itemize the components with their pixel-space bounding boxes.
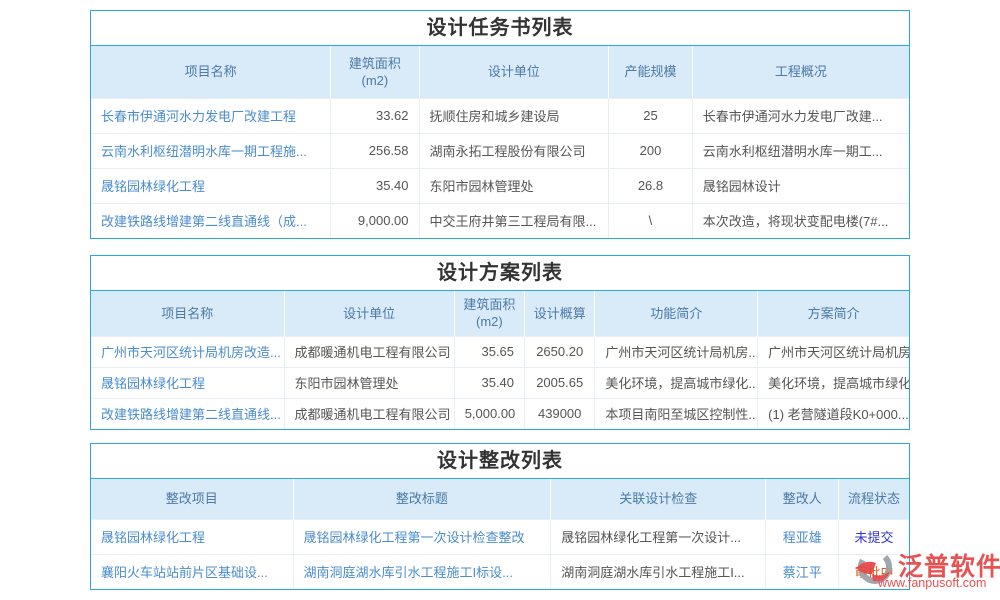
table-text-cell: 成都暖通机电工程有限公司	[284, 398, 454, 429]
table-text-cell: 2650.20	[525, 336, 595, 367]
design-task-list-title: 设计任务书列表	[91, 11, 909, 46]
design-scheme-list-title: 设计方案列表	[91, 256, 909, 291]
column-header: 建筑面积 (m2)	[331, 46, 419, 98]
table-text-cell: 256.58	[331, 133, 419, 168]
column-header: 方案简介	[758, 291, 909, 336]
design-task-table: 项目名称建筑面积 (m2)设计单位产能规模工程概况长春市伊通河水力发电厂改建工程…	[91, 46, 909, 238]
table-text-cell: 9,000.00	[331, 203, 419, 238]
column-header: 整改项目	[91, 479, 293, 519]
table-text-cell: (1) 老营隧道段K0+000...	[758, 398, 909, 429]
table-row: 晟铭园林绿化工程晟铭园林绿化工程第一次设计检查整改晟铭园林绿化工程第一次设计..…	[91, 519, 909, 554]
column-header: 产能规模	[609, 46, 692, 98]
table-text-cell: 35.65	[454, 336, 524, 367]
table-text-cell: 云南水利枢纽潜明水库一期工...	[692, 133, 909, 168]
project-name-link[interactable]: 晟铭园林绿化工程	[91, 168, 331, 203]
table-row: 广州市天河区统计局机房改造...成都暖通机电工程有限公司35.652650.20…	[91, 336, 909, 367]
table-header-row: 整改项目整改标题关联设计检查整改人流程状态	[91, 479, 909, 519]
status-badge: 审批中	[839, 554, 909, 589]
record-link[interactable]: 湖南洞庭湖水库引水工程施工I标设...	[293, 554, 551, 589]
table-row: 襄阳火车站站前片区基础设...湖南洞庭湖水库引水工程施工I标设...湖南洞庭湖水…	[91, 554, 909, 589]
table-text-cell: \	[609, 203, 692, 238]
table-text-cell: 200	[609, 133, 692, 168]
table-text-cell: 湖南永拓工程股份有限公司	[419, 133, 609, 168]
design-rectify-list-panel: 设计整改列表 整改项目整改标题关联设计检查整改人流程状态晟铭园林绿化工程晟铭园林…	[90, 443, 910, 590]
table-row: 长春市伊通河水力发电厂改建工程33.62抚顺住房和城乡建设局25长春市伊通河水力…	[91, 98, 909, 133]
record-link[interactable]: 程亚雄	[766, 519, 839, 554]
table-text-cell: 33.62	[331, 98, 419, 133]
table-text-cell: 晟铭园林设计	[692, 168, 909, 203]
table-text-cell: 东阳市园林管理处	[419, 168, 609, 203]
table-text-cell: 35.40	[331, 168, 419, 203]
table-row: 云南水利枢纽潜明水库一期工程施...256.58湖南永拓工程股份有限公司200云…	[91, 133, 909, 168]
column-header: 设计概算	[525, 291, 595, 336]
table-text-cell: 晟铭园林绿化工程第一次设计...	[551, 519, 766, 554]
project-name-link[interactable]: 改建铁路线增建第二线直通线（成...	[91, 203, 331, 238]
table-row: 晟铭园林绿化工程35.40东阳市园林管理处26.8晟铭园林设计	[91, 168, 909, 203]
column-header: 整改人	[766, 479, 839, 519]
design-scheme-table: 项目名称设计单位建筑面积 (m2)设计概算功能简介方案简介广州市天河区统计局机房…	[91, 291, 909, 429]
table-header-row: 项目名称设计单位建筑面积 (m2)设计概算功能简介方案简介	[91, 291, 909, 336]
table-row: 晟铭园林绿化工程东阳市园林管理处35.402005.65美化环境，提高城市绿化.…	[91, 367, 909, 398]
column-header: 工程概况	[692, 46, 909, 98]
column-header: 设计单位	[419, 46, 609, 98]
table-header-row: 项目名称建筑面积 (m2)设计单位产能规模工程概况	[91, 46, 909, 98]
table-text-cell: 湖南洞庭湖水库引水工程施工I...	[551, 554, 766, 589]
project-name-link[interactable]: 襄阳火车站站前片区基础设...	[91, 554, 293, 589]
table-text-cell: 广州市天河区统计局机房...	[595, 336, 758, 367]
table-text-cell: 广州市天河区统计局机房...	[758, 336, 909, 367]
table-text-cell: 东阳市园林管理处	[284, 367, 454, 398]
record-link[interactable]: 蔡江平	[766, 554, 839, 589]
project-name-link[interactable]: 晟铭园林绿化工程	[91, 367, 284, 398]
design-task-list-panel: 设计任务书列表 项目名称建筑面积 (m2)设计单位产能规模工程概况长春市伊通河水…	[90, 10, 910, 239]
table-text-cell: 中交王府井第三工程局有限...	[419, 203, 609, 238]
project-name-link[interactable]: 广州市天河区统计局机房改造...	[91, 336, 284, 367]
project-name-link[interactable]: 改建铁路线增建第二线直通线...	[91, 398, 284, 429]
project-name-link[interactable]: 晟铭园林绿化工程	[91, 519, 293, 554]
table-text-cell: 成都暖通机电工程有限公司	[284, 336, 454, 367]
table-text-cell: 439000	[525, 398, 595, 429]
table-text-cell: 美化环境，提高城市绿化...	[758, 367, 909, 398]
project-name-link[interactable]: 云南水利枢纽潜明水库一期工程施...	[91, 133, 331, 168]
table-text-cell: 美化环境，提高城市绿化...	[595, 367, 758, 398]
table-text-cell: 26.8	[609, 168, 692, 203]
design-scheme-list-panel: 设计方案列表 项目名称设计单位建筑面积 (m2)设计概算功能简介方案简介广州市天…	[90, 255, 910, 430]
fanpu-brand-text: 泛普软件	[898, 547, 1000, 583]
table-text-cell: 5,000.00	[454, 398, 524, 429]
column-header: 整改标题	[293, 479, 551, 519]
column-header: 关联设计检查	[551, 479, 766, 519]
design-rectify-list-title: 设计整改列表	[91, 444, 909, 479]
column-header: 流程状态	[839, 479, 909, 519]
column-header: 项目名称	[91, 46, 331, 98]
column-header: 项目名称	[91, 291, 284, 336]
column-header: 建筑面积 (m2)	[454, 291, 524, 336]
table-row: 改建铁路线增建第二线直通线...成都暖通机电工程有限公司5,000.004390…	[91, 398, 909, 429]
table-row: 改建铁路线增建第二线直通线（成...9,000.00中交王府井第三工程局有限..…	[91, 203, 909, 238]
column-header: 功能简介	[595, 291, 758, 336]
column-header: 设计单位	[284, 291, 454, 336]
table-text-cell: 25	[609, 98, 692, 133]
table-text-cell: 抚顺住房和城乡建设局	[419, 98, 609, 133]
record-link[interactable]: 晟铭园林绿化工程第一次设计检查整改	[293, 519, 551, 554]
design-rectify-table: 整改项目整改标题关联设计检查整改人流程状态晟铭园林绿化工程晟铭园林绿化工程第一次…	[91, 479, 909, 589]
table-text-cell: 长春市伊通河水力发电厂改建...	[692, 98, 909, 133]
project-name-link[interactable]: 长春市伊通河水力发电厂改建工程	[91, 98, 331, 133]
status-badge: 未提交	[839, 519, 909, 554]
table-text-cell: 本次改造，将现状变配电楼(7#...	[692, 203, 909, 238]
table-text-cell: 本项目南阳至城区控制性...	[595, 398, 758, 429]
table-text-cell: 2005.65	[525, 367, 595, 398]
table-text-cell: 35.40	[454, 367, 524, 398]
